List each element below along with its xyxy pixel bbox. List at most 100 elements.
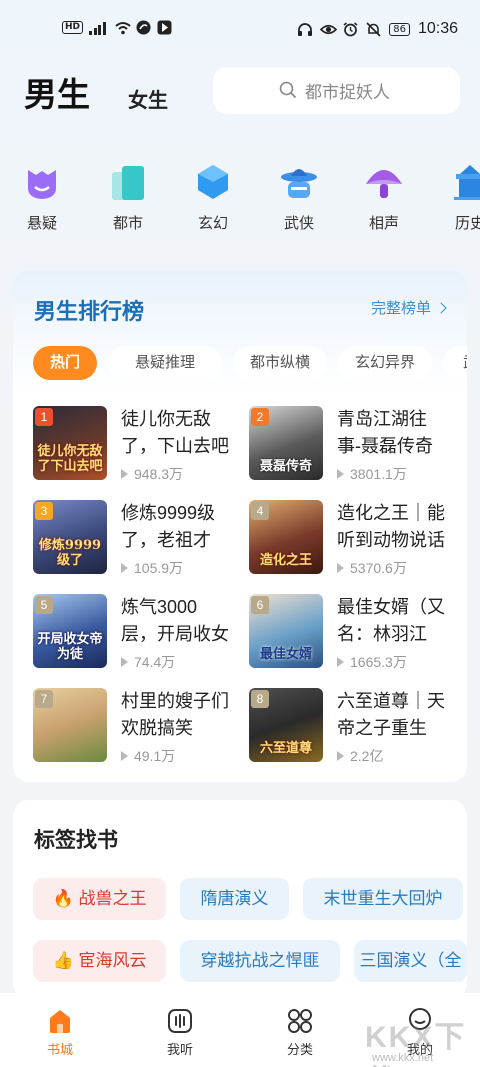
rank-badge: 1 (35, 408, 53, 426)
tab-female[interactable]: 女生 (128, 84, 168, 113)
book-plays: 2.2亿 (337, 746, 383, 766)
play-icon (337, 563, 344, 573)
play-icon (121, 751, 128, 761)
status-left: HD (62, 20, 172, 35)
full-ranking-link[interactable]: 完整榜单 (370, 297, 447, 318)
tab-male[interactable]: 男生 (24, 68, 90, 116)
nav-bookstore[interactable]: 书城 (25, 1007, 95, 1058)
book-cover: 3 修炼9999级了 (33, 500, 107, 574)
rank-badge: 2 (251, 408, 269, 426)
rank-badge: 6 (251, 596, 269, 614)
play-icon (337, 657, 344, 667)
history-icon (450, 162, 480, 202)
cover-text: 聂磊传奇 (259, 459, 312, 474)
ranking-book-5[interactable]: 5 开局收女帝为徒 炼气3000层，开局收女帝为徒 74.4万 (33, 594, 233, 672)
ranking-chips: 热门 悬疑推理 都市纵横 玄幻异界 武侠 (33, 346, 467, 380)
book-title: 造化之王｜能听到动物说话 (337, 503, 445, 550)
tag-item[interactable]: 👍 宦海风云 (33, 940, 166, 982)
chip-hot[interactable]: 热门 (33, 346, 97, 380)
category-fantasy[interactable]: 玄幻 (183, 158, 243, 233)
category-history[interactable]: 历史 (440, 158, 480, 233)
app-icon-2 (157, 20, 172, 35)
book-title: 最佳女婿（又名：林羽江颜） (337, 597, 445, 644)
book-plays: 948.3万 (121, 464, 183, 484)
cover-text: 开局收女帝为徒 (37, 632, 103, 662)
martial-icon (279, 162, 319, 202)
book-cover: 5 开局收女帝为徒 (33, 594, 107, 668)
book-title: 青岛江湖往事-聂磊传奇 (337, 409, 433, 456)
listen-icon (166, 1007, 194, 1035)
book-plays: 74.4万 (121, 652, 175, 672)
tag-item[interactable]: 隋唐演义 (180, 878, 289, 920)
tag-item[interactable]: 🔥 战兽之王 (33, 878, 166, 920)
book-title: 炼气3000层，开局收女帝为徒 (121, 597, 229, 644)
tag-item[interactable]: 三国演义（全 (354, 940, 467, 982)
rank-badge: 3 (35, 502, 53, 520)
ranking-book-6[interactable]: 6 最佳女婿 最佳女婿（又名：林羽江颜） 1665.3万 (249, 594, 449, 672)
tag-item[interactable]: 末世重生大回炉 (303, 878, 463, 920)
book-plays: 1665.3万 (337, 652, 407, 672)
category-icon (286, 1007, 314, 1035)
ranking-book-2[interactable]: 2 聂磊传奇 青岛江湖往事-聂磊传奇 3801.1万 (249, 406, 449, 484)
cover-text: 最佳女婿 (259, 647, 312, 662)
play-icon (121, 657, 128, 667)
alarm-icon (343, 21, 358, 37)
chip-suspense[interactable]: 悬疑推理 (108, 346, 222, 380)
category-martial[interactable]: 武侠 (269, 158, 329, 233)
book-cover: 7 (33, 688, 107, 762)
ranking-book-4[interactable]: 4 造化之王 造化之王｜能听到动物说话 5370.6万 (249, 500, 449, 578)
search-box[interactable]: 都市捉妖人 (213, 67, 460, 114)
ranking-book-3[interactable]: 3 修炼9999级了 修炼9999级了，老祖才100级 105.9万 (33, 500, 233, 578)
ranking-book-1[interactable]: 1 徒儿你无敌了下山去吧 徒儿你无敌了，下山去吧 948.3万 (33, 406, 233, 484)
cover-text: 造化之王 (259, 553, 312, 568)
eye-icon (320, 22, 338, 37)
chip-fantasy[interactable]: 玄幻异界 (338, 346, 432, 380)
fire-icon: 🔥 (52, 889, 74, 908)
rank-badge: 8 (251, 690, 269, 708)
book-plays: 105.9万 (121, 558, 183, 578)
ranking-book-7[interactable]: 7 村里的嫂子们欢脱搞笑 49.1万 (33, 688, 233, 766)
book-title: 徒儿你无敌了，下山去吧 (121, 409, 229, 456)
cover-text: 徒儿你无敌了下山去吧 (37, 444, 103, 474)
tags-card: 标签找书 🔥 战兽之王 隋唐演义 末世重生大回炉 👍 宦海风云 穿越抗战之悍匪 … (13, 800, 467, 1000)
chip-city[interactable]: 都市纵横 (233, 346, 327, 380)
fantasy-icon (193, 162, 233, 202)
book-plays: 49.1万 (121, 746, 175, 766)
play-icon (337, 751, 344, 761)
rank-badge: 4 (251, 502, 269, 520)
cover-text: 修炼9999级了 (38, 538, 102, 568)
book-cover: 1 徒儿你无敌了下山去吧 (33, 406, 107, 480)
book-plays: 3801.1万 (337, 464, 407, 484)
headphones-icon (297, 22, 313, 37)
status-right: 86 10:36 (297, 20, 458, 38)
play-icon (121, 563, 128, 573)
nav-category[interactable]: 分类 (265, 1007, 335, 1058)
rank-badge: 7 (35, 690, 53, 708)
category-crosstalk[interactable]: 相声 (354, 158, 414, 233)
play-icon (337, 469, 344, 479)
category-city[interactable]: 都市 (98, 158, 158, 233)
book-cover: 8 六至道尊 (249, 688, 323, 762)
hd-icon: HD (62, 21, 84, 34)
book-cover: 2 聂磊传奇 (249, 406, 323, 480)
battery-icon: 86 (389, 22, 410, 36)
bookstore-icon (46, 1007, 74, 1035)
search-placeholder: 都市捉妖人 (305, 83, 390, 102)
tags-title: 标签找书 (34, 829, 118, 852)
rank-badge: 5 (35, 596, 53, 614)
wifi-icon (115, 20, 131, 35)
city-icon (108, 162, 148, 202)
tag-item[interactable]: 穿越抗战之悍匪 (180, 940, 340, 982)
full-ranking-label: 完整榜单 (370, 300, 431, 317)
category-suspense[interactable]: 悬疑 (12, 158, 72, 233)
ranking-book-8[interactable]: 8 六至道尊 六至道尊｜天帝之子重生 2.2亿 (249, 688, 449, 766)
chip-martial[interactable]: 武侠 (443, 346, 467, 380)
status-bar: HD 86 10:36 (0, 0, 480, 58)
mute-icon (366, 21, 381, 37)
play-icon (121, 469, 128, 479)
watermark-url: www.kkx.net (372, 1052, 434, 1064)
nav-listen[interactable]: 我听 (145, 1007, 215, 1058)
suspense-icon (22, 162, 62, 202)
ranking-title: 男生排行榜 (34, 299, 145, 324)
chevron-right-icon (435, 302, 447, 314)
